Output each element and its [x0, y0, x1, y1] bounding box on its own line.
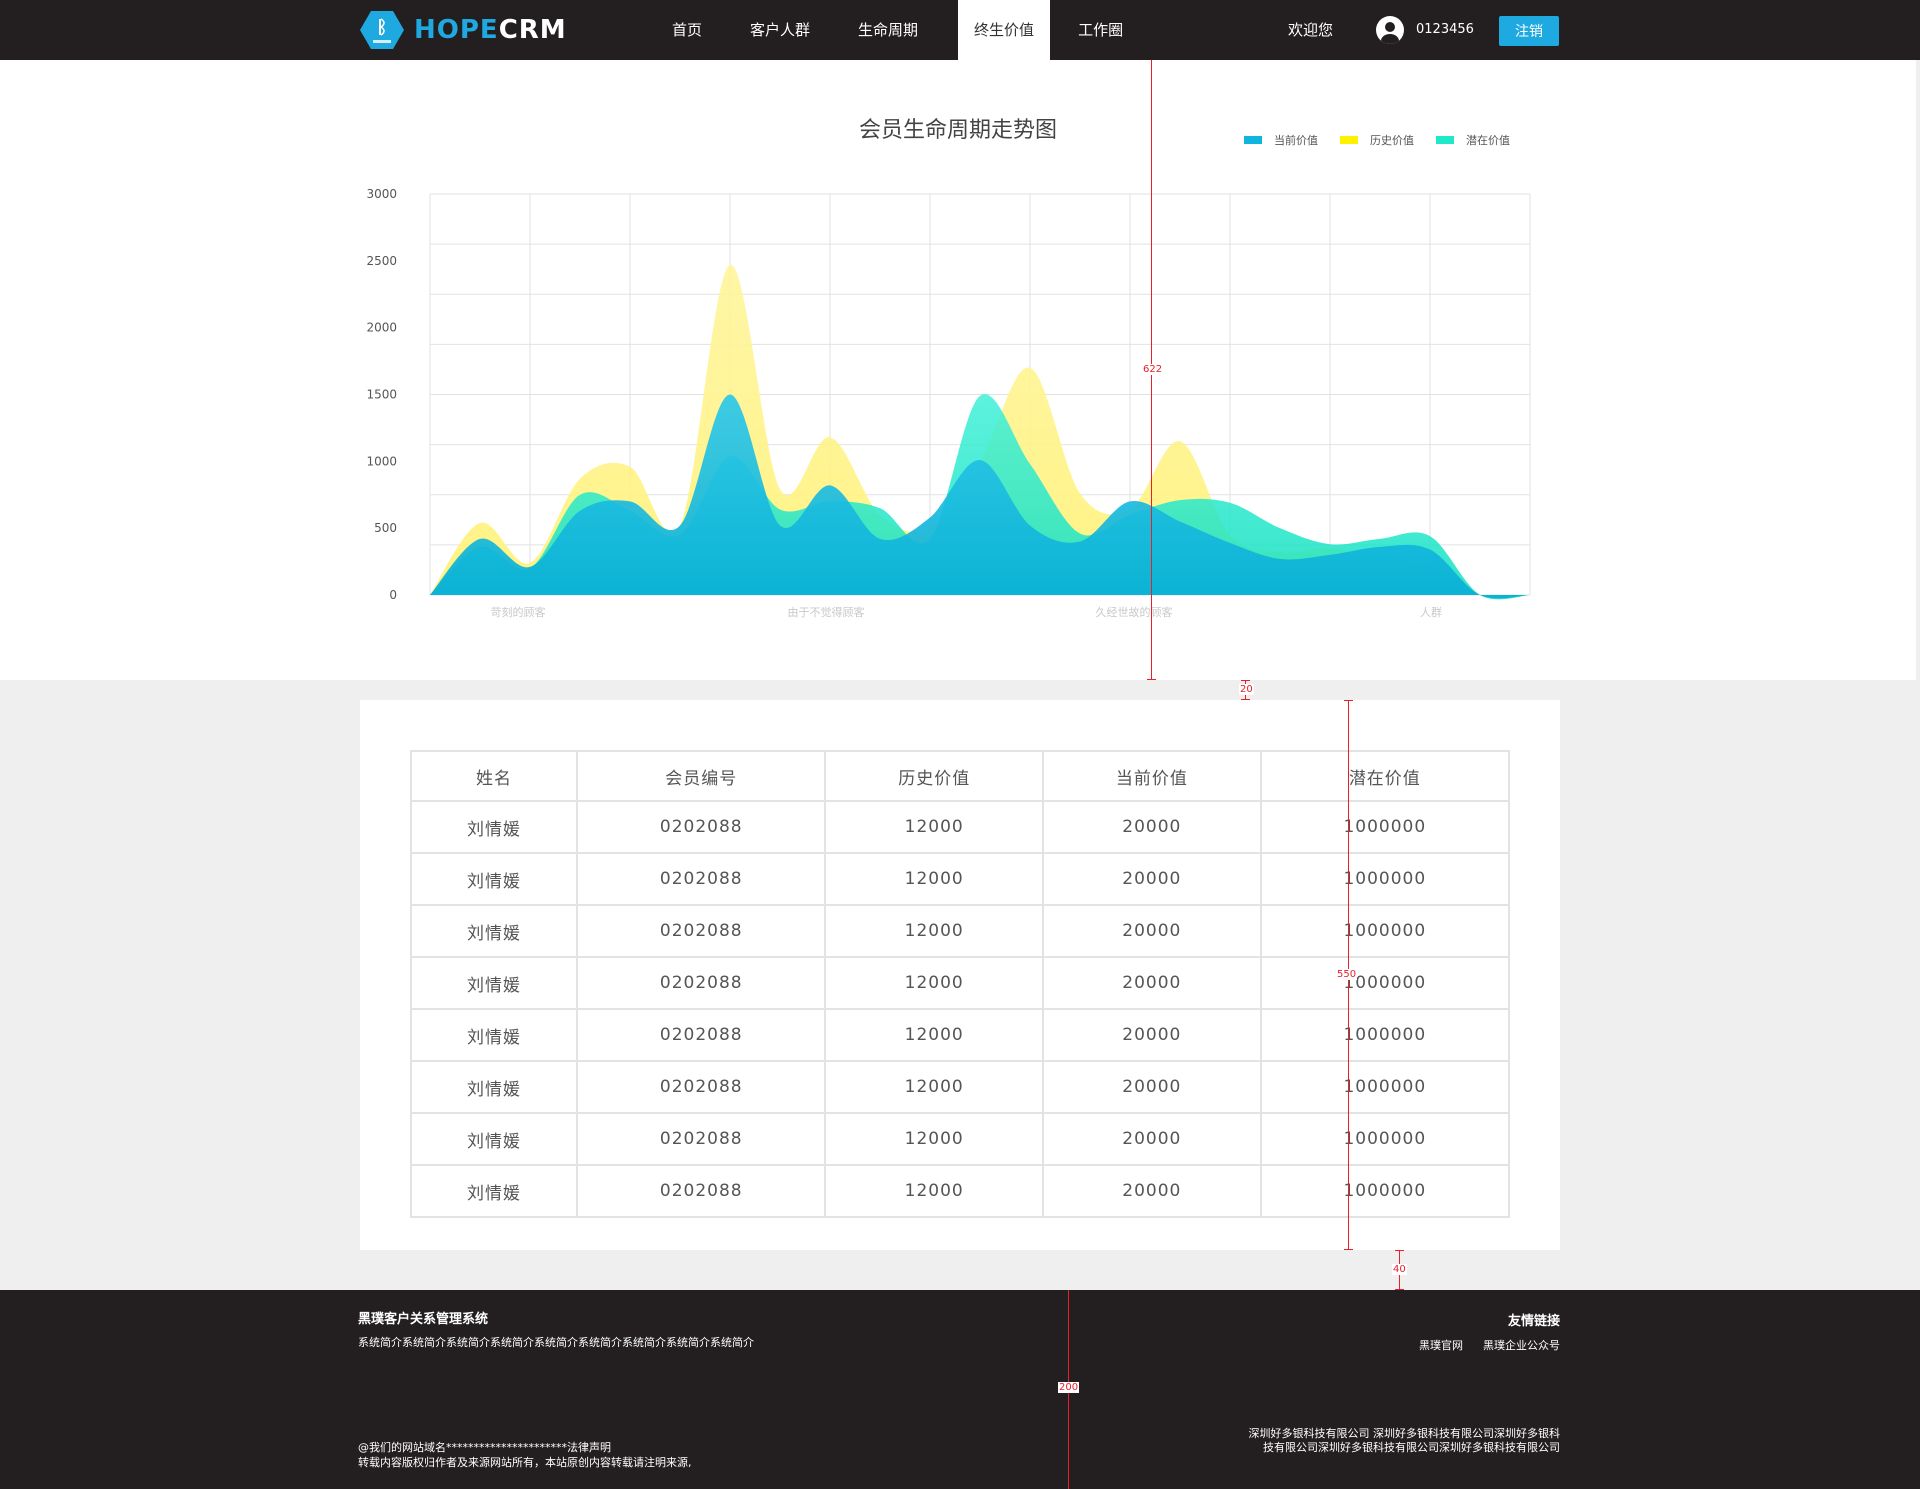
footer-link-wechat-account[interactable]: 黑璞企业公众号: [1483, 1337, 1560, 1353]
cell-history-value: 12000: [824, 1008, 1045, 1062]
cell-potential-value: 1000000: [1259, 904, 1511, 958]
footer: 黑璞客户关系管理系统 系统简介系统简介系统简介系统简介系统简介系统简介系统简介系…: [0, 1290, 1920, 1489]
cell-name: 刘情媛: [409, 1112, 579, 1166]
cell-current-value: 20000: [1042, 1164, 1262, 1218]
y-tick-label: 1000: [366, 454, 397, 468]
table-row[interactable]: 刘情媛 0202088 12000 20000 1000000: [409, 956, 1511, 1010]
cell-name: 刘情媛: [409, 1164, 579, 1218]
cell-name: 刘情媛: [409, 800, 579, 854]
cell-name: 刘情媛: [409, 1008, 579, 1062]
footer-copyright: @我们的网站域名**********************法律声明 转载内容版…: [358, 1440, 692, 1470]
cell-potential-value: 1000000: [1259, 1008, 1511, 1062]
cell-member-id: 0202088: [576, 1164, 827, 1218]
measure-tick: [1344, 700, 1353, 701]
footer-link-official-site[interactable]: 黑璞官网: [1419, 1337, 1463, 1353]
cell-current-value: 20000: [1042, 800, 1262, 854]
measure-label-gap-bottom: 40: [1392, 1264, 1407, 1275]
measure-label-footer-height: 200: [1058, 1382, 1080, 1393]
y-tick-label: 500: [374, 521, 397, 535]
table-header-row: 姓名 会员编号 历史价值 当前价值 潜在价值: [409, 750, 1511, 802]
cell-current-value: 20000: [1042, 852, 1262, 906]
cell-name: 刘情媛: [409, 1060, 579, 1114]
measure-tick: [1147, 679, 1156, 680]
cell-potential-value: 1000000: [1259, 1112, 1511, 1166]
table-row[interactable]: 刘情媛 0202088 12000 20000 1000000: [409, 1112, 1511, 1166]
cell-history-value: 12000: [824, 904, 1045, 958]
y-tick-label: 3000: [366, 187, 397, 201]
cell-current-value: 20000: [1042, 956, 1262, 1010]
cell-name: 刘情媛: [409, 852, 579, 906]
col-header-history-value[interactable]: 历史价值: [824, 750, 1045, 802]
cell-potential-value: 1000000: [1259, 956, 1511, 1010]
cell-history-value: 12000: [824, 1164, 1045, 1218]
table-row[interactable]: 刘情媛 0202088 12000 20000 1000000: [409, 1008, 1511, 1062]
y-tick-label: 1500: [366, 388, 397, 402]
cell-history-value: 12000: [824, 800, 1045, 854]
footer-copyright-line-2: 转载内容版权归作者及来源网站所有，本站原创内容转载请注明来源,: [358, 1456, 692, 1469]
footer-description: 系统简介系统简介系统简介系统简介系统简介系统简介系统简介系统简介系统简介: [358, 1336, 754, 1349]
cell-member-id: 0202088: [576, 852, 827, 906]
x-category-label: 人群: [1420, 605, 1442, 619]
measure-tick: [1344, 1249, 1353, 1250]
footer-company: 深圳好多银科技有限公司 深圳好多银科技有限公司深圳好多银科技有限公司深圳好多银科…: [1248, 1427, 1561, 1454]
y-tick-label: 2500: [366, 254, 397, 268]
cell-member-id: 0202088: [576, 1060, 827, 1114]
cell-history-value: 12000: [824, 956, 1045, 1010]
measure-label-table-height: 550: [1336, 969, 1358, 980]
y-tick-label: 2000: [366, 321, 397, 335]
table-row[interactable]: 刘情媛 0202088 12000 20000 1000000: [409, 1060, 1511, 1114]
cell-member-id: 0202088: [576, 956, 827, 1010]
cell-name: 刘情媛: [409, 904, 579, 958]
col-header-potential-value[interactable]: 潜在价值: [1259, 750, 1511, 802]
footer-copyright-line-1: @我们的网站域名**********************法律声明: [358, 1441, 611, 1454]
cell-current-value: 20000: [1042, 904, 1262, 958]
cell-potential-value: 1000000: [1259, 1164, 1511, 1218]
measure-label-gap-top: 20: [1239, 684, 1254, 695]
cell-potential-value: 1000000: [1259, 800, 1511, 854]
cell-potential-value: 1000000: [1259, 852, 1511, 906]
cell-history-value: 12000: [824, 1060, 1045, 1114]
member-table-panel: 姓名 会员编号 历史价值 当前价值 潜在价值 刘情媛 0202088 12000 20…: [360, 700, 1560, 1250]
member-value-table: 姓名 会员编号 历史价值 当前价值 潜在价值 刘情媛 0202088 12000 20…: [409, 750, 1511, 1218]
cell-current-value: 20000: [1042, 1112, 1262, 1166]
measure-tick: [1395, 1289, 1404, 1290]
measure-label-chart-height: 622: [1142, 364, 1164, 375]
cell-history-value: 12000: [824, 1112, 1045, 1166]
x-category-label: 久经世故的顾客: [1096, 605, 1173, 619]
footer-links: 黑璞官网 黑璞企业公众号: [1399, 1337, 1560, 1353]
measure-tick: [1241, 680, 1250, 681]
cell-name: 刘情媛: [409, 956, 579, 1010]
x-category-label: 苛刻的顾客: [491, 605, 546, 619]
table-row[interactable]: 刘情媛 0202088 12000 20000 1000000: [409, 800, 1511, 854]
cell-member-id: 0202088: [576, 1008, 827, 1062]
col-header-current-value[interactable]: 当前价值: [1042, 750, 1262, 802]
cell-history-value: 12000: [824, 852, 1045, 906]
footer-title: 黑璞客户关系管理系统: [358, 1312, 489, 1327]
y-tick-label: 0: [389, 588, 397, 602]
cell-current-value: 20000: [1042, 1008, 1262, 1062]
footer-links-title: 友情链接: [1507, 1314, 1560, 1329]
cell-member-id: 0202088: [576, 1112, 827, 1166]
measure-tick: [1395, 1250, 1404, 1251]
measure-tick: [1241, 699, 1250, 700]
col-header-name[interactable]: 姓名: [409, 750, 579, 802]
table-body: 刘情媛 0202088 12000 20000 1000000 刘情媛 0202088 120…: [409, 800, 1511, 1218]
table-row[interactable]: 刘情媛 0202088 12000 20000 1000000: [409, 1164, 1511, 1218]
col-header-member-id[interactable]: 会员编号: [576, 750, 827, 802]
cell-potential-value: 1000000: [1259, 1060, 1511, 1114]
x-category-label: 由于不觉得顾客: [788, 605, 865, 619]
lifecycle-area-chart: 0 500 1000 1500 2000 2500 3000 苛刻的顾客 由于不觉得顾客 久经世故…: [366, 187, 1531, 619]
table-row[interactable]: 刘情媛 0202088 12000 20000 1000000: [409, 852, 1511, 906]
cell-current-value: 20000: [1042, 1060, 1262, 1114]
table-row[interactable]: 刘情媛 0202088 12000 20000 1000000: [409, 904, 1511, 958]
cell-member-id: 0202088: [576, 800, 827, 854]
cell-member-id: 0202088: [576, 904, 827, 958]
